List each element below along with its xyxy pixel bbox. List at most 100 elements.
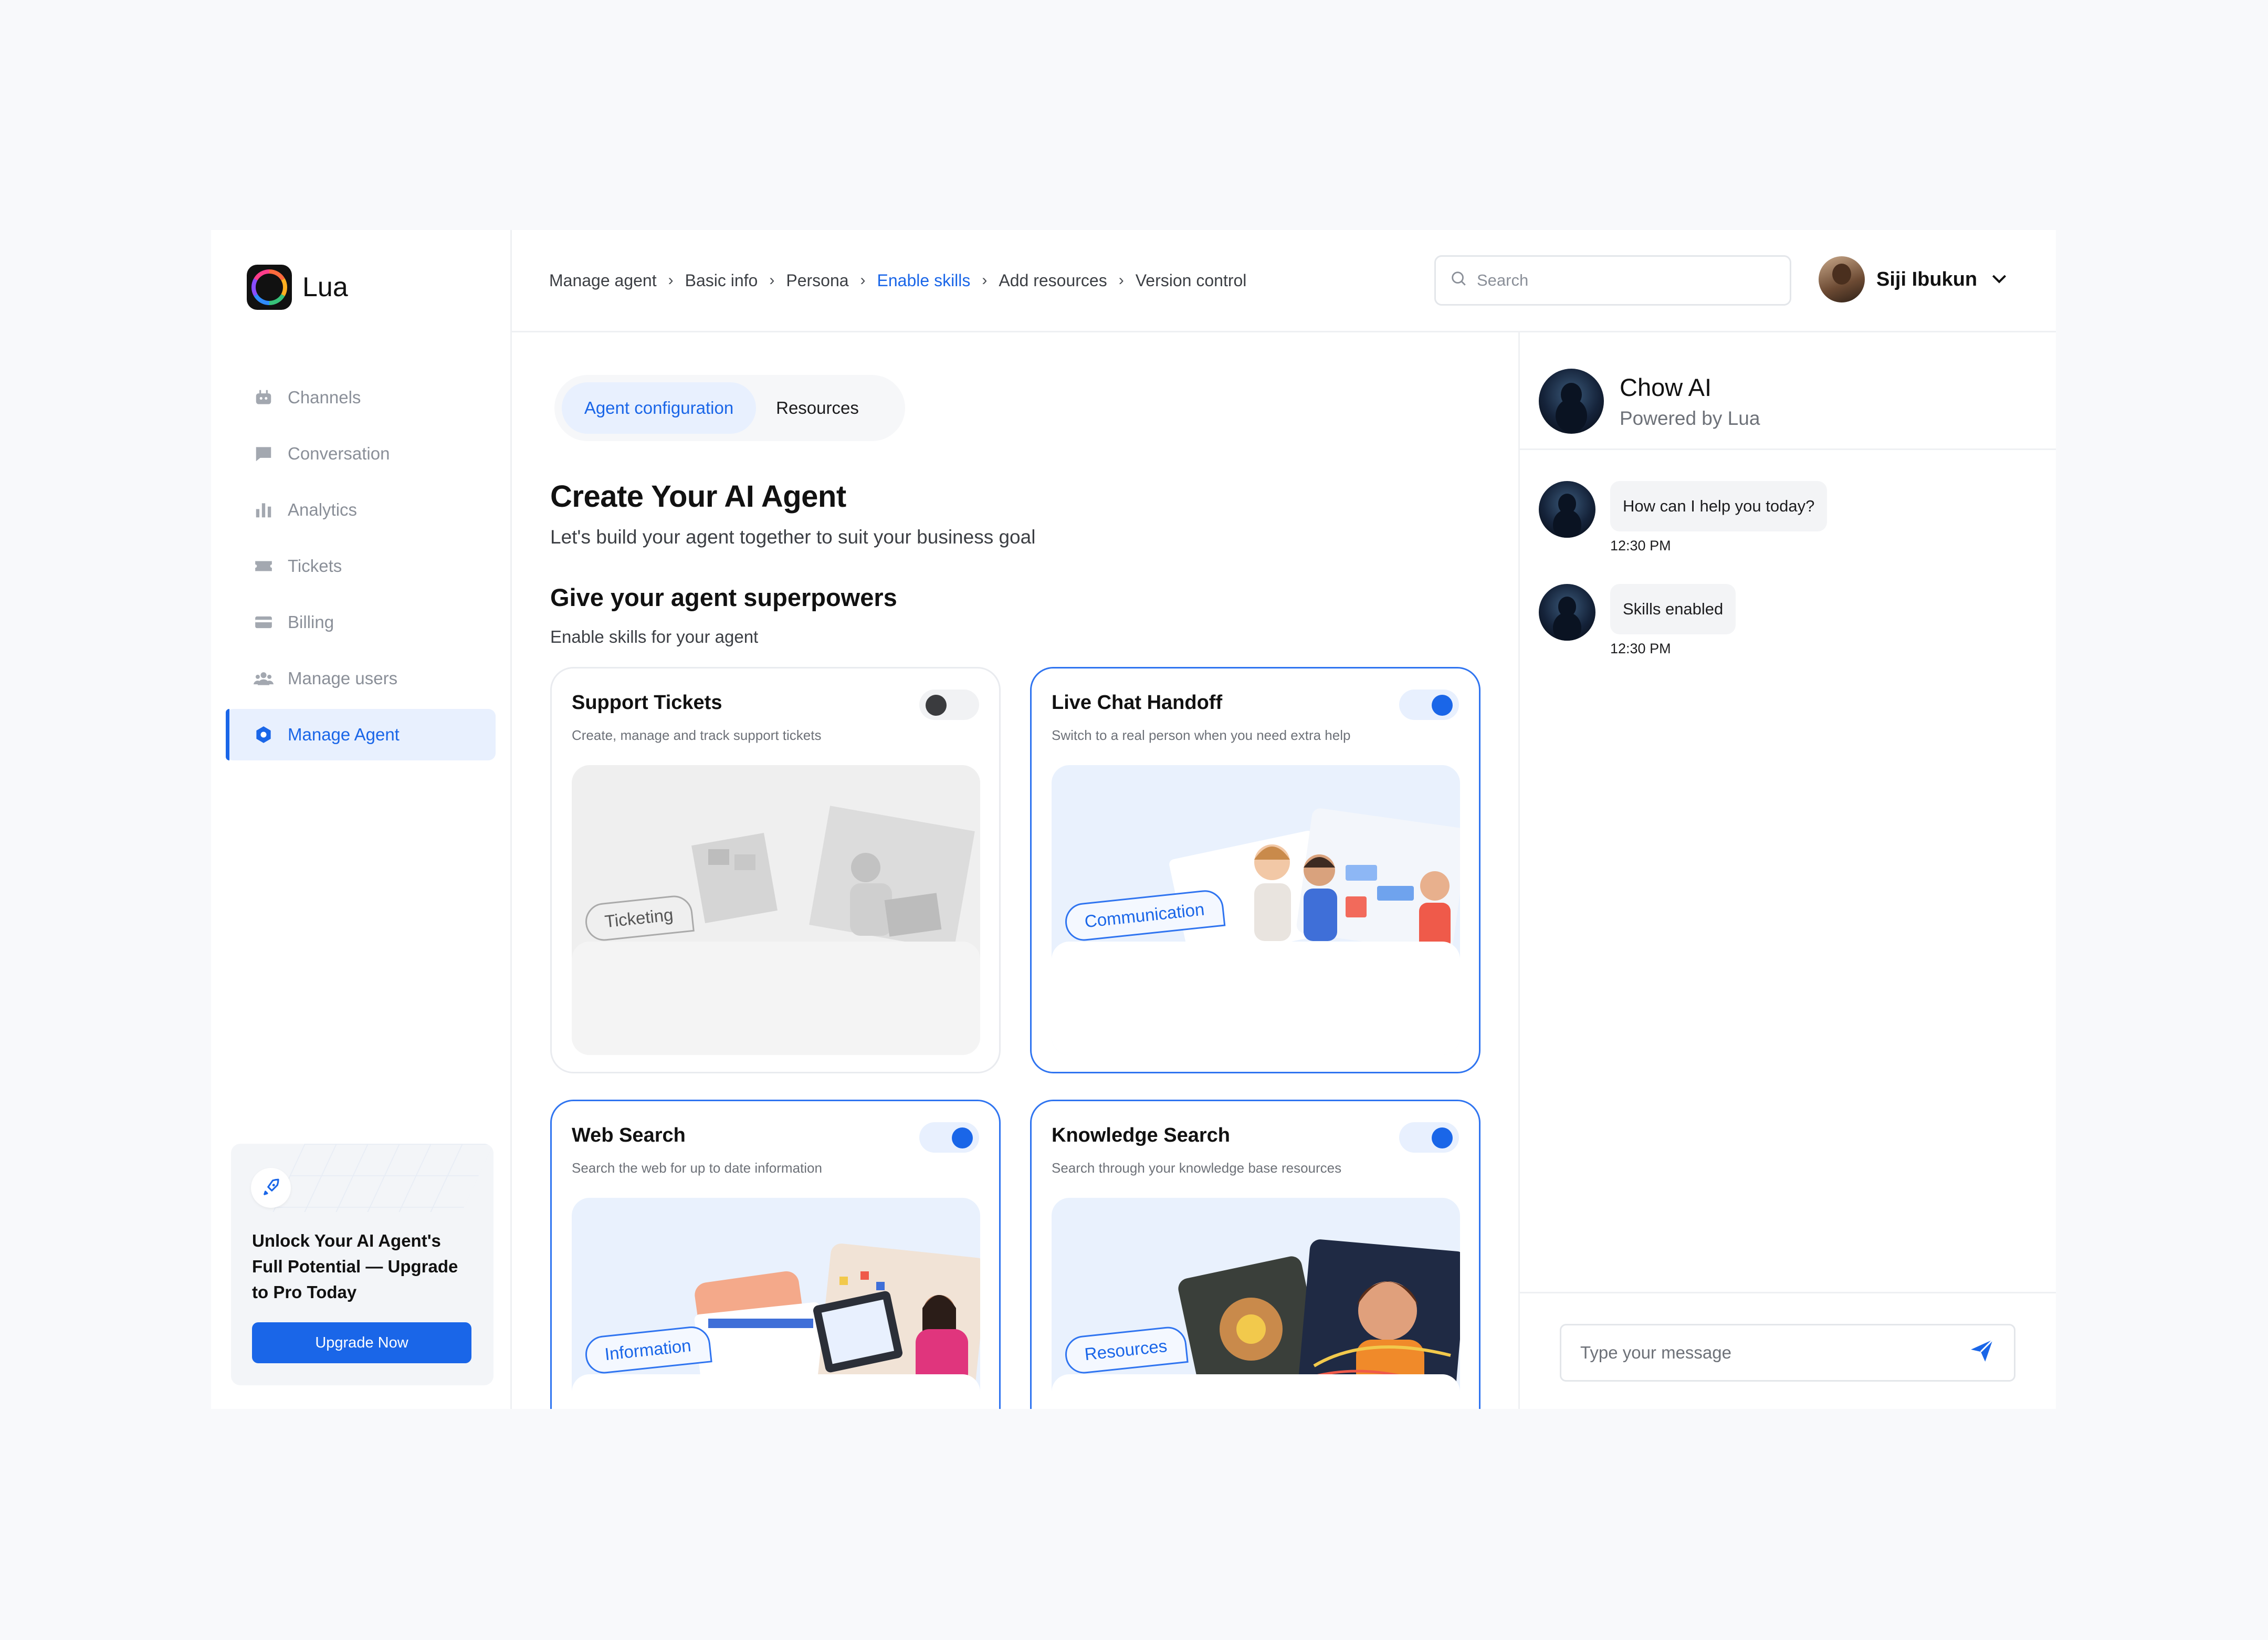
message-bubble: How can I help you today?	[1610, 481, 1828, 531]
breadcrumb-item-enable-skills[interactable]: Enable skills	[877, 271, 971, 290]
upgrade-promo-card: Unlock Your AI Agent's Full Potential — …	[231, 1144, 494, 1385]
message-body: Skills enabled 12:30 PM	[1610, 584, 1736, 657]
message-time: 12:30 PM	[1610, 641, 1671, 656]
resources-illustration: Resources	[1052, 1198, 1460, 1409]
sidebar-item-billing[interactable]: Billing	[226, 597, 496, 648]
skill-toggle[interactable]	[919, 1122, 979, 1153]
bar-chart-icon	[253, 499, 274, 520]
toggle-knob	[952, 1127, 973, 1148]
main-content: Agent configuration Resources Create You…	[510, 331, 1518, 1409]
toggle-knob	[1432, 695, 1453, 716]
lua-logo-icon	[247, 265, 292, 310]
skill-title: Web Search	[572, 1124, 686, 1146]
ticketing-illustration: Ticketing	[572, 765, 980, 1055]
chevron-right-icon: ›	[982, 271, 988, 289]
toggle-knob	[926, 695, 947, 716]
sidebar-item-label: Manage users	[288, 668, 398, 688]
breadcrumb-item-manage-agent[interactable]: Manage agent	[549, 271, 657, 290]
bot-avatar	[1539, 481, 1595, 538]
communication-illustration: Communication	[1052, 765, 1460, 1055]
chat-message: How can I help you today? 12:30 PM	[1539, 481, 1828, 554]
user-menu[interactable]: Siji Ibukun	[1819, 254, 2010, 305]
sidebar-item-analytics[interactable]: Analytics	[226, 484, 496, 536]
upgrade-now-button[interactable]: Upgrade Now	[252, 1322, 471, 1363]
illustration-base	[1052, 1374, 1460, 1409]
page-title: Create Your AI Agent	[550, 479, 846, 514]
sidebar-item-label: Tickets	[288, 556, 342, 576]
chevron-down-icon[interactable]	[1989, 268, 2010, 291]
sidebar-item-manage-agent[interactable]: Manage Agent	[226, 709, 496, 760]
skill-desc: Switch to a real person when you need ex…	[1052, 727, 1351, 743]
tab-resources[interactable]: Resources	[756, 382, 879, 434]
rocket-icon	[251, 1168, 291, 1208]
users-icon	[253, 668, 274, 689]
skill-title: Support Tickets	[572, 692, 722, 714]
sidebar: Lua Channels Conversation Analytics Tick…	[211, 230, 512, 1409]
skill-toggle[interactable]	[1399, 1122, 1459, 1153]
user-name: Siji Ibukun	[1876, 268, 1978, 290]
tab-agent-configuration[interactable]: Agent configuration	[562, 382, 756, 434]
ticket-icon	[253, 556, 274, 577]
sidebar-item-label: Conversation	[288, 444, 390, 463]
app-logo[interactable]: Lua	[247, 265, 348, 310]
section-subtitle: Enable skills for your agent	[550, 627, 759, 646]
breadcrumb-item-persona[interactable]: Persona	[786, 271, 848, 290]
skill-card-support-tickets[interactable]: Support Tickets Create, manage and track…	[550, 667, 1001, 1073]
toggle-knob	[1432, 1127, 1453, 1148]
card-icon	[253, 612, 274, 633]
send-icon[interactable]	[1969, 1338, 1995, 1368]
promo-title: Unlock Your AI Agent's Full Potential — …	[252, 1231, 458, 1302]
config-tabs: Agent configuration Resources	[554, 375, 905, 441]
breadcrumb-item-basic-info[interactable]: Basic info	[685, 271, 758, 290]
chat-bubble-icon	[253, 443, 274, 464]
sidebar-nav: Channels Conversation Analytics Tickets …	[226, 372, 496, 765]
section-title: Give your agent superpowers	[550, 583, 897, 611]
promo-grid-decoration	[272, 1144, 494, 1212]
sidebar-item-label: Channels	[288, 388, 361, 407]
search-input[interactable]: Search	[1434, 255, 1791, 306]
information-illustration: Information	[572, 1198, 980, 1409]
chevron-right-icon: ›	[769, 271, 775, 289]
sidebar-item-label: Manage Agent	[288, 725, 400, 744]
breadcrumb-item-add-resources[interactable]: Add resources	[999, 271, 1107, 290]
message-input[interactable]: Type your message	[1560, 1324, 2015, 1382]
skill-desc: Search the web for up to date informatio…	[572, 1160, 822, 1176]
chat-preview-panel: Chow AI Powered by Lua How can I help yo…	[1518, 331, 2056, 1409]
skill-toggle[interactable]	[919, 690, 979, 720]
avatar	[1819, 256, 1865, 302]
message-bubble: Skills enabled	[1610, 584, 1736, 634]
skill-title: Knowledge Search	[1052, 1124, 1230, 1146]
page-subtitle: Let's build your agent together to suit …	[550, 526, 1036, 548]
chat-message: Skills enabled 12:30 PM	[1539, 584, 1736, 657]
skill-card-web-search[interactable]: Web Search Search the web for up to date…	[550, 1100, 1001, 1409]
bot-avatar	[1539, 584, 1595, 641]
chevron-right-icon: ›	[860, 271, 866, 289]
skill-card-knowledge-search[interactable]: Knowledge Search Search through your kno…	[1030, 1100, 1480, 1409]
breadcrumb-item-version-control[interactable]: Version control	[1136, 271, 1247, 290]
illustration-base	[572, 942, 980, 1055]
chat-header: Chow AI Powered by Lua	[1520, 331, 2056, 450]
skill-desc: Create, manage and track support tickets	[572, 727, 822, 743]
sidebar-item-channels[interactable]: Channels	[226, 372, 496, 423]
sidebar-item-label: Billing	[288, 612, 334, 632]
gear-icon	[253, 724, 274, 745]
app-window: Lua Channels Conversation Analytics Tick…	[211, 230, 2056, 1409]
message-placeholder: Type your message	[1580, 1343, 1731, 1362]
sidebar-item-manage-users[interactable]: Manage users	[226, 653, 496, 704]
skill-card-live-chat-handoff[interactable]: Live Chat Handoff Switch to a real perso…	[1030, 667, 1480, 1073]
sidebar-item-tickets[interactable]: Tickets	[226, 540, 496, 592]
bot-icon	[253, 387, 274, 408]
chat-powered-by: Powered by Lua	[1620, 408, 1760, 429]
illustration-base	[1052, 942, 1460, 1055]
app-name: Lua	[302, 272, 348, 302]
search-placeholder: Search	[1477, 271, 1529, 289]
sidebar-item-conversation[interactable]: Conversation	[226, 428, 496, 479]
chat-composer: Type your message	[1520, 1292, 2056, 1409]
chevron-right-icon: ›	[668, 271, 674, 289]
skill-desc: Search through your knowledge base resou…	[1052, 1160, 1342, 1176]
sidebar-item-label: Analytics	[288, 500, 358, 519]
skill-toggle[interactable]	[1399, 690, 1459, 720]
bot-avatar	[1539, 369, 1604, 434]
illustration-base	[572, 1374, 980, 1409]
chevron-right-icon: ›	[1118, 271, 1124, 289]
